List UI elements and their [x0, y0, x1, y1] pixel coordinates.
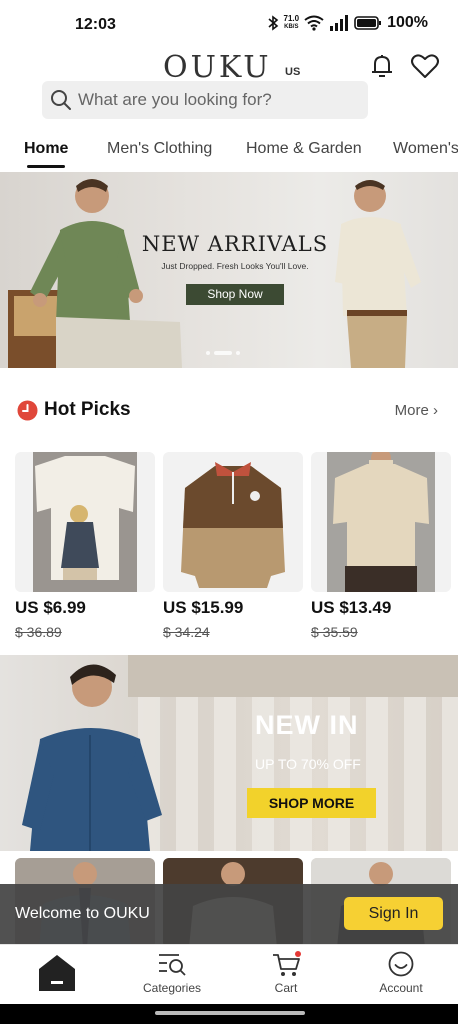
product-card[interactable]: US $13.49 $ 35.59: [311, 452, 451, 642]
nav-cart[interactable]: Cart: [246, 951, 326, 995]
category-tabs: Home Men's Clothing Home & Garden Women'…: [0, 136, 458, 170]
new-in-subtitle: UP TO 70% OFF: [255, 756, 361, 772]
cart-icon: [273, 951, 301, 976]
sign-in-button[interactable]: Sign In: [344, 897, 443, 930]
net-speed-unit: KB/S: [284, 24, 299, 30]
home-gesture-handle[interactable]: [155, 1011, 305, 1015]
signal-icon: [330, 15, 349, 31]
hero-title: NEW ARRIVALS: [141, 232, 329, 256]
nav-categories[interactable]: Categories: [132, 951, 212, 995]
product-image[interactable]: [163, 452, 303, 592]
product-old-price: $ 36.89: [15, 624, 62, 640]
hero-subtitle: Just Dropped. Fresh Looks You'll Love.: [161, 261, 309, 271]
gesture-bar: [0, 1004, 458, 1024]
categories-icon: [159, 954, 186, 976]
product-price: US $6.99: [15, 598, 86, 617]
tab-womens[interactable]: Women's: [393, 140, 458, 158]
tab-home-garden[interactable]: Home & Garden: [246, 140, 362, 158]
hot-picks-header: Hot Picks More ›: [17, 396, 442, 426]
battery-icon: [354, 16, 382, 30]
pullover-image: [181, 462, 285, 588]
carousel-dot-active[interactable]: [214, 351, 232, 355]
bottom-nav: Categories Cart Account: [0, 944, 458, 1004]
product-price: US $15.99: [163, 598, 244, 617]
region-label[interactable]: US: [285, 66, 300, 78]
search-placeholder: What are you looking for?: [78, 90, 272, 109]
nav-label: Account: [379, 981, 423, 995]
status-time: 12:03: [75, 16, 116, 33]
product-image[interactable]: [311, 452, 451, 592]
curtain-background: [128, 655, 458, 851]
carousel-dot[interactable]: [206, 351, 210, 355]
logo: OUKU: [163, 50, 272, 85]
sign-in-toast: Welcome to OUKU Sign In: [0, 884, 458, 944]
status-bar: 12:03 71.0 KB/S 100%: [0, 0, 458, 50]
new-in-banner[interactable]: NEW IN UP TO 70% OFF SHOP MORE: [0, 655, 458, 851]
chevron-right-icon: ›: [433, 402, 438, 419]
more-link[interactable]: More ›: [395, 402, 438, 419]
shop-now-button[interactable]: Shop Now: [186, 284, 284, 305]
shop-more-button[interactable]: SHOP MORE: [247, 788, 376, 818]
more-label: More: [394, 402, 429, 419]
carousel-dots: [206, 351, 240, 355]
account-icon: [388, 951, 414, 977]
battery-percent: 100%: [387, 14, 428, 31]
bluetooth-icon: [267, 15, 278, 31]
new-in-model: [22, 664, 162, 851]
hero-banner[interactable]: NEW ARRIVALS Just Dropped. Fresh Looks Y…: [0, 172, 458, 368]
tshirt-print-image: [33, 452, 137, 592]
hot-picks-title: Hot Picks: [44, 399, 131, 420]
product-image[interactable]: [15, 452, 155, 592]
search-icon: [51, 90, 71, 110]
tab-active-indicator: [27, 165, 65, 168]
clock-icon: [17, 400, 38, 421]
heart-icon[interactable]: [410, 52, 440, 80]
status-icons: 71.0 KB/S 100%: [267, 14, 428, 32]
bell-icon[interactable]: [368, 52, 396, 80]
nav-label: Cart: [274, 981, 298, 995]
toast-text: Welcome to OUKU: [15, 905, 150, 922]
wifi-icon: [304, 15, 324, 31]
net-speed-value: 71.0: [283, 14, 300, 23]
nav-label: Categories: [142, 981, 202, 995]
home-icon: [39, 955, 75, 991]
search-input[interactable]: What are you looking for?: [42, 81, 368, 119]
tab-mens-clothing[interactable]: Men's Clothing: [107, 140, 212, 158]
product-old-price: $ 35.59: [311, 624, 358, 640]
tab-home[interactable]: Home: [24, 140, 68, 158]
product-old-price: $ 34.24: [163, 624, 210, 640]
nav-account[interactable]: Account: [361, 951, 441, 995]
new-in-title: NEW IN: [255, 710, 359, 740]
mock-neck-tee-image: [327, 452, 435, 592]
product-card[interactable]: US $15.99 $ 34.24: [163, 452, 303, 642]
nav-home[interactable]: [17, 953, 97, 991]
carousel-dot[interactable]: [236, 351, 240, 355]
product-card[interactable]: US $6.99 $ 36.89: [15, 452, 155, 642]
product-price: US $13.49: [311, 598, 392, 617]
net-speed: 71.0 KB/S: [284, 15, 300, 31]
